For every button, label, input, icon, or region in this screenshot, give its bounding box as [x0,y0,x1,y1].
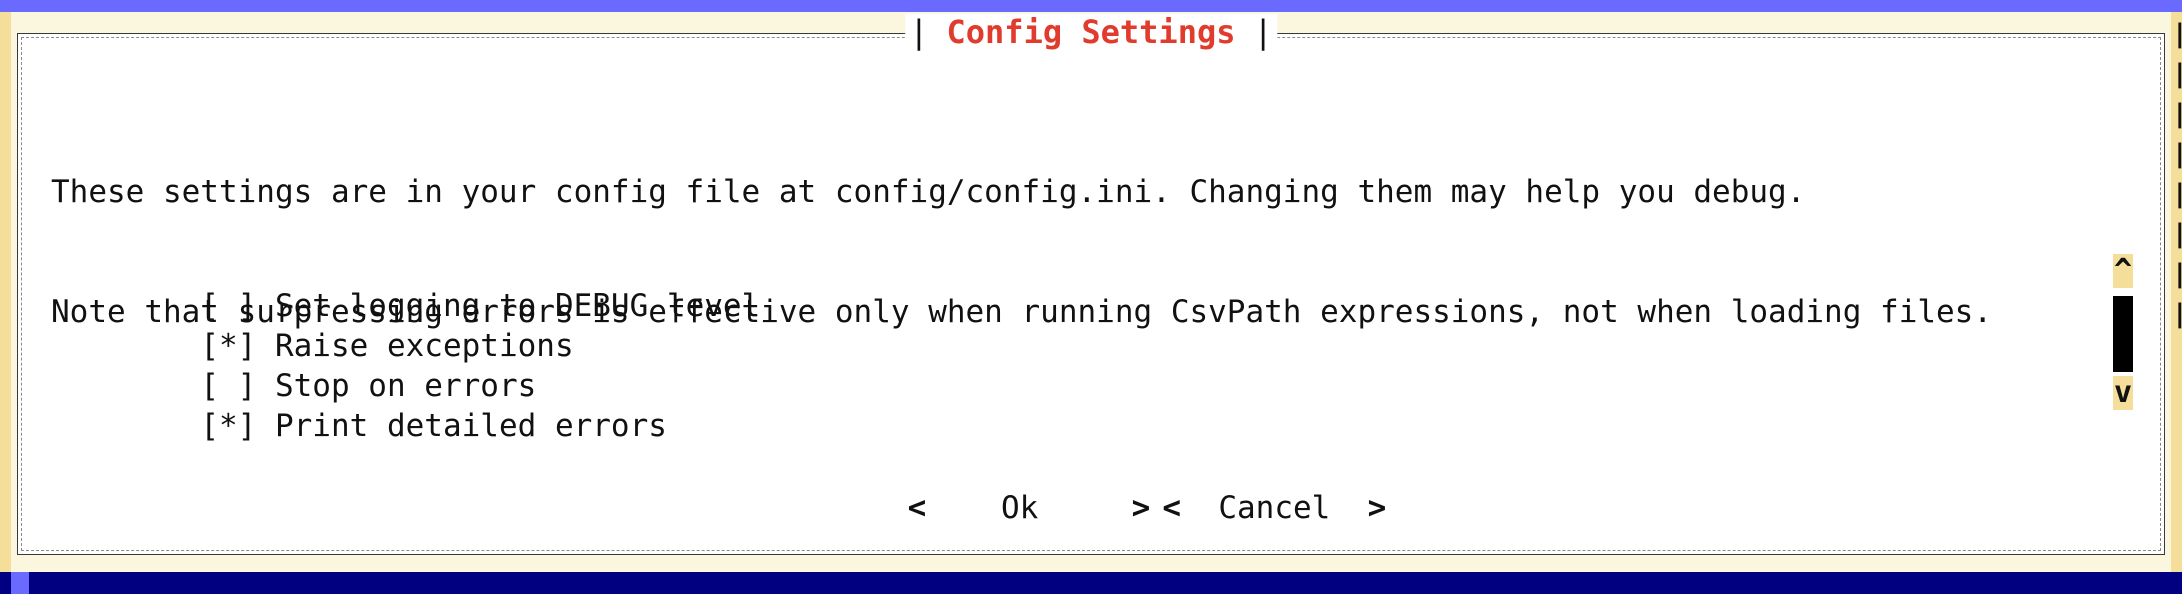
cancel-button-label: Cancel [1218,490,1331,526]
ok-button-label: Ok [1001,490,1039,526]
ok-button[interactable]: < Ok > [908,488,1151,528]
bottom-bar-left-segment [11,572,29,594]
checkbox-print-detailed-errors[interactable]: [*] [200,408,256,444]
dialog-title-bar: | Config Settings | [905,14,1277,50]
ok-left-bracket: < [907,490,927,526]
checklist-item-raise-exceptions[interactable]: [*] Raise exceptions [51,286,2091,364]
cancel-button[interactable]: < Cancel > [1162,488,1386,528]
dialog-title: Config Settings [946,13,1236,51]
checklist-item-label: Print detailed errors [274,408,667,444]
caret-up-icon[interactable]: ^ [2113,254,2133,288]
terminal-screen: | | | | | | | | | Config Settings | These setting… [0,0,2182,594]
checklist-item-print-detailed-errors[interactable]: [*] Print detailed errors [51,366,2091,444]
title-left-mark: | [909,13,929,51]
scrollbar-thumb[interactable] [2113,296,2133,372]
caret-down-icon[interactable]: v [2113,376,2133,410]
title-right-mark: | [1253,13,1273,51]
cancel-right-bracket: > [1367,490,1387,526]
terminal-top-bar [0,0,2182,12]
dialog-buttons: < Ok > < Cancel > [18,448,2164,526]
message-line-1: These settings are in your config file a… [51,174,1806,210]
settings-checklist: [ ] Set logging to DEBUG level [*] Raise… [51,246,2091,444]
right-border-marks: | | | | | | | | [2172,19,2182,329]
checklist-item-debug-logging[interactable]: [ ] Set logging to DEBUG level [51,246,2091,324]
terminal-bottom-bar [0,572,2182,594]
checklist-scrollbar[interactable]: ^ v [2113,254,2133,410]
ok-right-bracket: > [1131,490,1151,526]
cancel-left-bracket: < [1162,490,1181,526]
config-settings-dialog: | Config Settings | These settings are in … [17,14,2165,555]
left-border-strip [0,12,11,572]
checklist-item-stop-on-errors[interactable]: [ ] Stop on errors [51,326,2091,404]
